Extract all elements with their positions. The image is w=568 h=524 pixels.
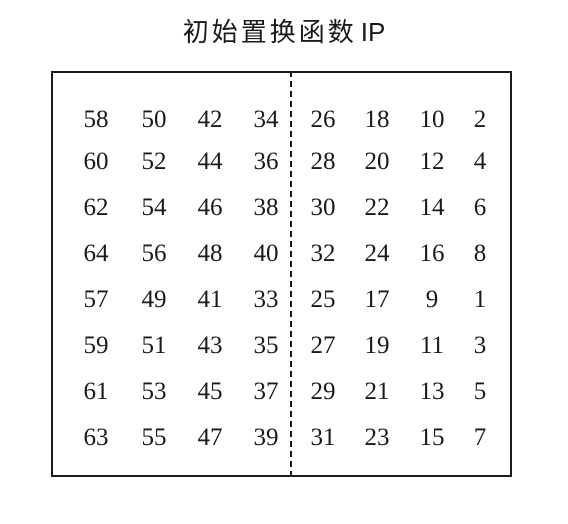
table-cell: 39 bbox=[253, 424, 279, 451]
table-cell: 20 bbox=[364, 148, 390, 175]
table-row: 59 51 43 35 27 19 11 3 bbox=[0, 328, 568, 364]
table-cell: 34 bbox=[253, 106, 279, 133]
table-cell: 17 bbox=[364, 286, 390, 313]
table-row: 62 54 46 38 30 22 14 6 bbox=[0, 190, 568, 226]
table-cell: 10 bbox=[419, 106, 445, 133]
table-cell: 19 bbox=[364, 332, 390, 359]
table-cell: 14 bbox=[419, 194, 445, 221]
table-cell: 54 bbox=[141, 194, 167, 221]
table-cell: 48 bbox=[197, 240, 223, 267]
table-cell: 56 bbox=[141, 240, 167, 267]
table-cell: 32 bbox=[310, 240, 336, 267]
table-row: 58 50 42 34 26 18 10 2 bbox=[0, 102, 568, 138]
table-cell: 16 bbox=[419, 240, 445, 267]
table-cell: 45 bbox=[197, 378, 223, 405]
table-row: 63 55 47 39 31 23 15 7 bbox=[0, 420, 568, 456]
table-cell: 52 bbox=[141, 148, 167, 175]
table-cell: 31 bbox=[310, 424, 336, 451]
table-cell: 44 bbox=[197, 148, 223, 175]
table-cell: 49 bbox=[141, 286, 167, 313]
table-cell: 4 bbox=[473, 148, 487, 175]
table-cell: 5 bbox=[473, 378, 487, 405]
table-cell: 57 bbox=[83, 286, 109, 313]
table-cell: 33 bbox=[253, 286, 279, 313]
permutation-table: 58 50 42 34 26 18 10 2 60 52 44 36 28 20 12 4 62 54 46 38 30… bbox=[0, 0, 568, 524]
table-cell: 29 bbox=[310, 378, 336, 405]
table-cell: 59 bbox=[83, 332, 109, 359]
table-cell: 21 bbox=[364, 378, 390, 405]
table-cell: 38 bbox=[253, 194, 279, 221]
table-cell: 41 bbox=[197, 286, 223, 313]
table-cell: 28 bbox=[310, 148, 336, 175]
table-cell: 9 bbox=[425, 286, 439, 313]
table-cell: 6 bbox=[473, 194, 487, 221]
table-cell: 40 bbox=[253, 240, 279, 267]
table-cell: 61 bbox=[83, 378, 109, 405]
table-cell: 62 bbox=[83, 194, 109, 221]
table-row: 64 56 48 40 32 24 16 8 bbox=[0, 236, 568, 272]
table-cell: 30 bbox=[310, 194, 336, 221]
table-cell: 58 bbox=[83, 106, 109, 133]
table-cell: 15 bbox=[419, 424, 445, 451]
table-cell: 43 bbox=[197, 332, 223, 359]
table-cell: 47 bbox=[197, 424, 223, 451]
table-cell: 51 bbox=[141, 332, 167, 359]
table-cell: 13 bbox=[419, 378, 445, 405]
table-cell: 60 bbox=[83, 148, 109, 175]
table-cell: 63 bbox=[83, 424, 109, 451]
table-cell: 1 bbox=[473, 286, 487, 313]
table-cell: 24 bbox=[364, 240, 390, 267]
table-row: 57 49 41 33 25 17 9 1 bbox=[0, 282, 568, 318]
table-cell: 27 bbox=[310, 332, 336, 359]
table-cell: 55 bbox=[141, 424, 167, 451]
table-cell: 35 bbox=[253, 332, 279, 359]
table-cell: 23 bbox=[364, 424, 390, 451]
table-cell: 8 bbox=[473, 240, 487, 267]
table-cell: 36 bbox=[253, 148, 279, 175]
table-cell: 7 bbox=[473, 424, 487, 451]
table-cell: 25 bbox=[310, 286, 336, 313]
table-cell: 22 bbox=[364, 194, 390, 221]
table-row: 60 52 44 36 28 20 12 4 bbox=[0, 144, 568, 180]
table-cell: 42 bbox=[197, 106, 223, 133]
table-cell: 2 bbox=[473, 106, 487, 133]
table-cell: 37 bbox=[253, 378, 279, 405]
table-cell: 53 bbox=[141, 378, 167, 405]
table-cell: 12 bbox=[419, 148, 445, 175]
table-cell: 26 bbox=[310, 106, 336, 133]
table-row: 61 53 45 37 29 21 13 5 bbox=[0, 374, 568, 410]
table-cell: 64 bbox=[83, 240, 109, 267]
table-cell: 3 bbox=[473, 332, 487, 359]
table-cell: 46 bbox=[197, 194, 223, 221]
table-cell: 11 bbox=[419, 332, 445, 359]
table-cell: 18 bbox=[364, 106, 390, 133]
table-cell: 50 bbox=[141, 106, 167, 133]
